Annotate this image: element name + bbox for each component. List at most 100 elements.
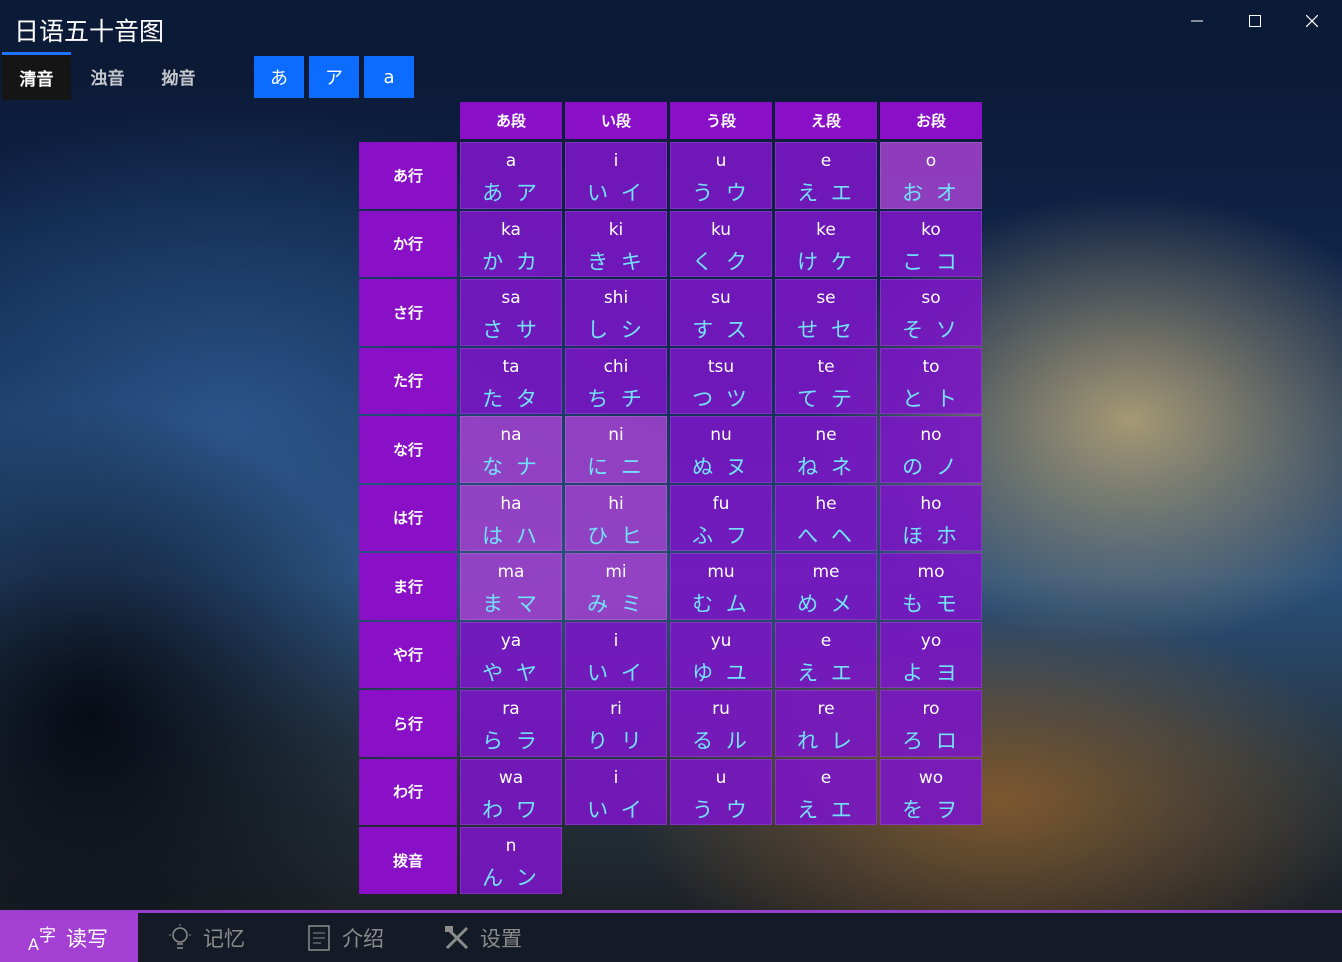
katakana-mode-button[interactable]: ア [309, 56, 359, 98]
kana-cell[interactable]: shi し シ [565, 279, 667, 346]
tools-icon [442, 923, 472, 953]
romaji-label: no [920, 425, 942, 445]
romaji-label: ko [921, 219, 941, 240]
kana-label: な ナ [482, 455, 540, 479]
kana-cell[interactable]: ru る ル [670, 690, 772, 757]
kana-cell[interactable]: me め メ [775, 553, 877, 620]
row-header: や行 [359, 621, 457, 688]
romaji-label: fu [712, 493, 730, 514]
kana-cell[interactable]: he へ ヘ [775, 484, 877, 551]
kana-cell[interactable]: i い イ [565, 758, 667, 825]
close-button[interactable] [1289, 6, 1335, 36]
kana-cell[interactable]: a あ ア [460, 142, 562, 209]
romaji-label: u [715, 767, 727, 788]
tab-qingyin[interactable]: 清音 [2, 52, 71, 100]
kana-cell[interactable]: nu ぬ ヌ [670, 416, 772, 483]
kana-cell[interactable]: mu む ム [670, 553, 772, 620]
kana-cell[interactable]: ki き キ [565, 210, 667, 277]
romaji-label: ki [608, 219, 624, 240]
kana-cell[interactable]: se せ セ [775, 279, 877, 346]
column-header: い段 [565, 102, 667, 139]
kana-label: え エ [797, 797, 855, 822]
kana-cell[interactable]: e え エ [775, 142, 877, 209]
kana-cell[interactable]: yu ゆ ユ [670, 621, 772, 688]
kana-cell[interactable]: wo を ヲ [880, 758, 982, 825]
kana-cell[interactable]: i い イ [565, 142, 667, 209]
kana-cell[interactable]: su す ス [670, 279, 772, 346]
kana-cell[interactable]: mi み ミ [565, 553, 667, 620]
kana-cell[interactable]: ho ほ ホ [880, 484, 982, 551]
kana-cell[interactable]: hi ひ ヒ [565, 484, 667, 551]
kana-cell[interactable]: ke け ケ [775, 210, 877, 277]
nav-read-write[interactable]: A字 读写 [0, 913, 138, 962]
kana-cell[interactable]: ri り リ [565, 690, 667, 757]
kana-cell[interactable]: ne ね ネ [775, 416, 877, 483]
romaji-label: me [812, 562, 840, 582]
kana-cell[interactable]: yo よ ヨ [880, 621, 982, 688]
tab-aoyin[interactable]: 拗音 [144, 52, 213, 100]
romaji-label: mo [917, 562, 945, 582]
close-icon [1306, 15, 1318, 27]
romaji-mode-button[interactable]: a [364, 56, 414, 98]
nav-label: 记忆 [203, 926, 245, 951]
tab-zhuoyin[interactable]: 浊音 [73, 52, 142, 100]
kana-cell[interactable]: no の ノ [880, 416, 982, 483]
kana-cell[interactable]: so そ ソ [880, 279, 982, 346]
kana-cell[interactable]: e え エ [775, 621, 877, 688]
romaji-label: te [817, 356, 835, 377]
kana-cell[interactable]: wa わ ワ [460, 758, 562, 825]
kana-cell[interactable]: u う ウ [670, 758, 772, 825]
nav-settings[interactable]: 设置 [442, 913, 522, 962]
kana-cell[interactable]: te て テ [775, 347, 877, 414]
romaji-label: sa [501, 288, 521, 308]
nav-intro[interactable]: 介绍 [304, 913, 384, 962]
minimize-button[interactable] [1174, 6, 1220, 36]
kana-cell[interactable]: ka か カ [460, 210, 562, 277]
kana-cell[interactable]: re れ レ [775, 690, 877, 757]
kana-cell[interactable]: ni に ニ [565, 416, 667, 483]
hiragana-mode-button[interactable]: あ [254, 56, 304, 98]
kana-cell[interactable]: ra ら ラ [460, 690, 562, 757]
nav-memory[interactable]: 记忆 [165, 913, 245, 962]
kana-cell[interactable]: i い イ [565, 621, 667, 688]
romaji-label: wo [918, 767, 944, 788]
kana-label: へ ヘ [797, 523, 855, 548]
row-header: ら行 [359, 690, 457, 757]
kana-cell[interactable]: fu ふ フ [670, 484, 772, 551]
kana-cell[interactable]: tsu つ ツ [670, 347, 772, 414]
kana-cell[interactable]: u う ウ [670, 142, 772, 209]
kana-cell[interactable]: o お オ [880, 142, 982, 209]
kana-label: か カ [482, 249, 540, 274]
kana-cell[interactable]: to と ト [880, 347, 982, 414]
romaji-label: se [816, 288, 836, 308]
row-header: た行 [359, 347, 457, 414]
romaji-label: na [500, 425, 522, 445]
romaji-label: a [505, 151, 517, 171]
kana-cell[interactable]: ya や ヤ [460, 621, 562, 688]
kana-cell[interactable]: na な ナ [460, 416, 562, 483]
romaji-label: ya [500, 630, 522, 651]
kana-cell[interactable]: mo も モ [880, 553, 982, 620]
kana-cell[interactable]: n ん ン [460, 827, 562, 894]
column-header: あ段 [460, 102, 562, 139]
kana-label: い イ [587, 181, 645, 205]
kana-label: い イ [587, 660, 645, 685]
romaji-label: i [613, 767, 619, 788]
romaji-label: ta [502, 356, 520, 377]
kana-cell[interactable]: ma ま マ [460, 553, 562, 620]
kana-cell[interactable]: chi ち チ [565, 347, 667, 414]
nav-label: 介绍 [342, 926, 384, 951]
kana-cell[interactable]: ko こ コ [880, 210, 982, 277]
kana-cell[interactable]: e え エ [775, 758, 877, 825]
kana-label: あ ア [482, 181, 540, 205]
kana-cell[interactable]: ro ろ ロ [880, 690, 982, 757]
document-icon [304, 923, 334, 953]
maximize-button[interactable] [1232, 6, 1278, 36]
kana-cell[interactable]: sa さ サ [460, 279, 562, 346]
kana-cell[interactable]: ku く ク [670, 210, 772, 277]
kana-label: こ コ [902, 249, 960, 274]
romaji-label: tsu [707, 356, 735, 377]
kana-cell[interactable]: ta た タ [460, 347, 562, 414]
kana-cell[interactable]: ha は ハ [460, 484, 562, 551]
kana-label: に ニ [587, 455, 645, 479]
